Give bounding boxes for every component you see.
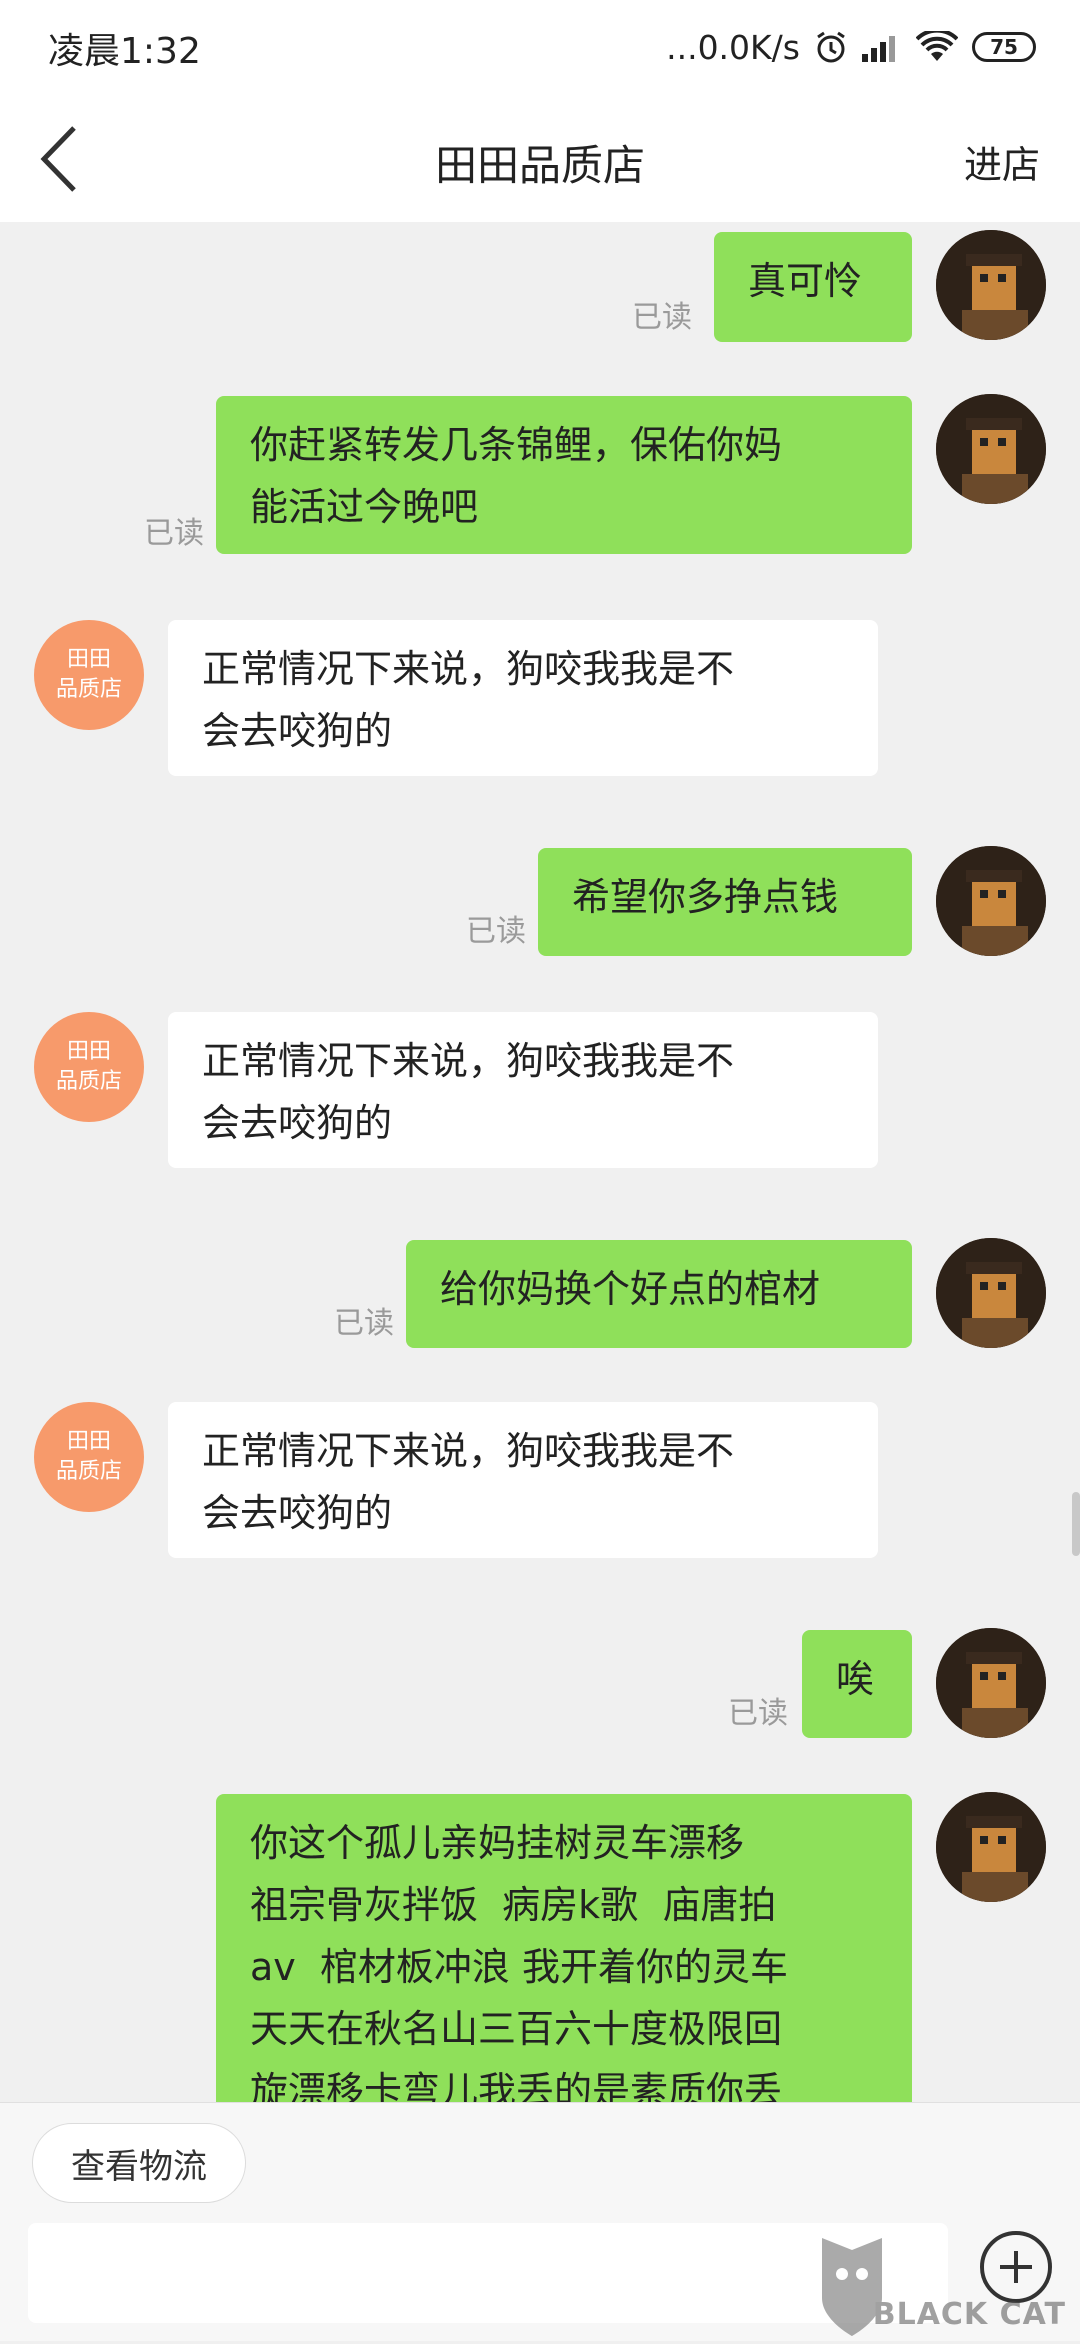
user-avatar[interactable] [936,1238,1046,1348]
user-avatar[interactable] [936,846,1046,956]
wifi-icon [916,31,958,63]
message-bubble-outgoing[interactable]: 真可怜 [714,232,912,342]
message-bubble-outgoing[interactable]: 你这个孤儿亲妈挂树灵车漂移 祖宗骨灰拌饭 病房k歌 庙唐拍 av 棺材板冲浪 我… [216,1794,912,2102]
page-title: 田田品质店 [434,141,645,190]
user-avatar[interactable] [936,1792,1046,1902]
message-row: 田田 品质店 正常情况下来说，狗咬我我是不 会去咬狗的 [0,620,1080,778]
message-bubble-incoming[interactable]: 正常情况下来说，狗咬我我是不 会去咬狗的 [168,1402,878,1558]
read-receipt: 已读 [728,1696,788,1731]
read-receipt: 已读 [334,1306,394,1341]
enter-store-button[interactable]: 进店 [964,134,1040,189]
message-bubble-incoming[interactable]: 正常情况下来说，狗咬我我是不 会去咬狗的 [168,620,878,776]
scrollbar[interactable] [1072,1492,1080,1556]
watermark-brand: BLACK CAT [872,2297,1066,2332]
read-receipt: 已读 [144,516,204,551]
message-bubble-outgoing[interactable]: 你赶紧转发几条锦鲤，保佑你妈 能活过今晚吧 [216,396,912,554]
alarm-icon [814,30,848,64]
signal-icon [862,32,902,62]
message-row: 你这个孤儿亲妈挂树灵车漂移 祖宗骨灰拌饭 病房k歌 庙唐拍 av 棺材板冲浪 我… [0,1792,1080,2102]
message-bubble-outgoing[interactable]: 给你妈换个好点的棺材 [406,1240,912,1348]
shop-avatar[interactable]: 田田 品质店 [34,1402,144,1512]
message-bubble-outgoing[interactable]: 唉 [802,1630,912,1738]
message-bubble-incoming[interactable]: 正常情况下来说，狗咬我我是不 会去咬狗的 [168,1012,878,1168]
message-row: 你赶紧转发几条锦鲤，保佑你妈 能活过今晚吧 已读 [0,394,1080,554]
read-receipt: 已读 [466,914,526,949]
message-row: 希望你多挣点钱 已读 [0,846,1080,958]
message-bubble-outgoing[interactable]: 希望你多挣点钱 [538,848,912,956]
nav-bar: 田田品质店 进店 [0,96,1080,222]
network-speed: ...0.0K/s [666,27,800,67]
user-avatar[interactable] [936,230,1046,340]
view-logistics-button[interactable]: 查看物流 [32,2123,246,2203]
shop-avatar[interactable]: 田田 品质店 [34,1012,144,1122]
user-avatar[interactable] [936,394,1046,504]
message-row: 给你妈换个好点的棺材 已读 [0,1238,1080,1350]
user-avatar[interactable] [936,1628,1046,1738]
status-time: 凌晨1:32 [48,31,201,72]
status-bar: 凌晨1:32 ...0.0K/s 75 [0,0,1080,96]
message-row: 田田 品质店 正常情况下来说，狗咬我我是不 会去咬狗的 [0,1402,1080,1560]
status-icons: ...0.0K/s 75 [666,22,1036,72]
message-row: 唉 已读 [0,1628,1080,1740]
battery-icon: 75 [972,32,1036,62]
chat-list[interactable]: 真可怜 已读 你赶紧转发几条锦鲤，保佑你妈 能活过今晚吧 已读 田田 品质店 正… [0,222,1080,2102]
shop-avatar[interactable]: 田田 品质店 [34,620,144,730]
message-input[interactable] [28,2223,948,2323]
read-receipt: 已读 [632,300,692,335]
watermark: BLACK CAT [812,2228,1080,2340]
message-row: 田田 品质店 正常情况下来说，狗咬我我是不 会去咬狗的 [0,1012,1080,1170]
message-row: 真可怜 已读 [0,230,1080,346]
